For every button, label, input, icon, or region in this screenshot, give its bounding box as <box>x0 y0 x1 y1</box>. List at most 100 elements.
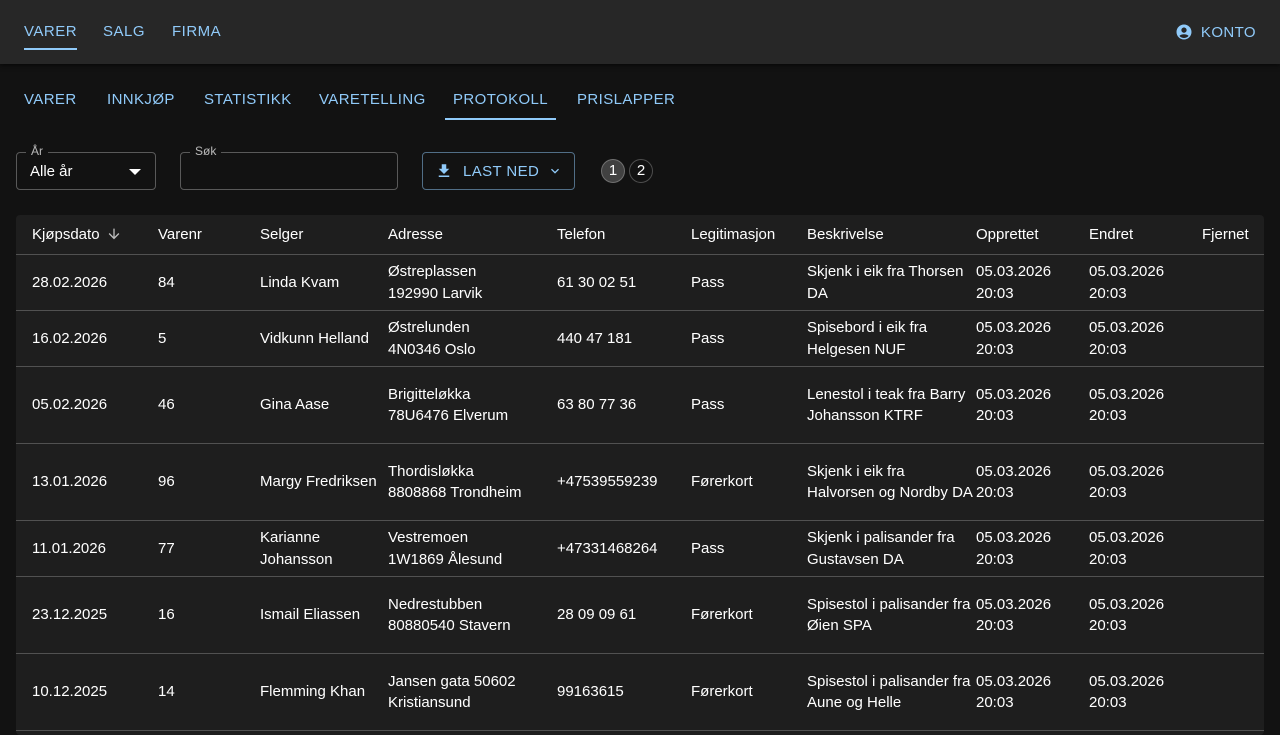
tab-varer[interactable]: VARER <box>24 64 77 136</box>
topnav-firma[interactable]: FIRMA <box>172 0 221 64</box>
table-row[interactable]: 23.12.2025 16 Ismail Eliassen Nedrestubben 8… <box>16 576 1264 654</box>
column-header-kjopsdato[interactable]: Kjøpsdato <box>16 215 158 255</box>
cell-adresse: Østreplassen 192990 Larvik <box>388 254 557 311</box>
cell-kjopsdato-text: 11.01.2026 <box>32 539 106 557</box>
cell-beskrivelse: Skjenk i palisander fra Gustavsen DA <box>807 520 976 577</box>
cell-legitimasjon-text: Pass <box>691 539 725 557</box>
tab-prislapper[interactable]: PRISLAPPER <box>577 64 675 136</box>
cell-beskrivelse: Spisestol i palisander fra Øien SPA <box>807 576 976 654</box>
cell-varenr-text: 14 <box>158 683 175 701</box>
table-row[interactable]: 10.12.2025 14 Flemming Khan Jansen gata 506… <box>16 653 1264 731</box>
cell-opprettet: 05.03.2026 20:03 <box>976 443 1089 521</box>
column-label: Kjøpsdato <box>32 226 100 243</box>
cell-legitimasjon-text: Førerkort <box>691 473 753 491</box>
cell-telefon-text: 61 30 02 51 <box>557 273 637 291</box>
cell-selger: Flemming Khan <box>260 653 388 731</box>
cell-endret-text: 20:03 <box>1089 694 1127 711</box>
cell-varenr: 46 <box>158 366 260 444</box>
cell-opprettet-text: 05.03.2026 <box>976 672 1052 690</box>
cell-fjernet <box>1202 366 1264 444</box>
cell-telefon: 61 30 02 51 <box>557 254 691 311</box>
column-header-telefon[interactable]: Telefon <box>557 215 691 255</box>
cell-telefon-text: +47331468264 <box>557 539 658 557</box>
column-header-opprettet[interactable]: Opprettet <box>976 215 1089 255</box>
cell-varenr: 16 <box>158 576 260 654</box>
cell-opprettet-text: 20:03 <box>976 694 1014 711</box>
column-header-selger[interactable]: Selger <box>260 215 388 255</box>
column-header-adresse[interactable]: Adresse <box>388 215 557 255</box>
cell-telefon-text: 440 47 181 <box>557 329 633 347</box>
account-button[interactable]: KONTO <box>1175 0 1256 64</box>
tab-varetelling[interactable]: VARETELLING <box>319 64 426 136</box>
cell-kjopsdato-text: 10.12.2025 <box>32 683 108 701</box>
table-row[interactable]: 13.01.2026 96 Margy Fredriksen Thordisløkka… <box>16 443 1264 521</box>
cell-opprettet: 05.03.2026 20:03 <box>976 254 1089 311</box>
cell-endret-text: 20:03 <box>1089 617 1127 634</box>
cell-opprettet-text: 05.03.2026 <box>976 595 1052 613</box>
cell-adresse-text: 4N0346 Oslo <box>388 340 476 358</box>
table-row[interactable]: 28.02.2026 84 Linda Kvam Østreplassen 192990… <box>16 254 1264 311</box>
cell-telefon: 63 80 77 36 <box>557 366 691 444</box>
cell-adresse-text: 192990 Larvik <box>388 284 483 302</box>
page-button-1[interactable]: 1 <box>601 159 625 183</box>
tab-innkjop[interactable]: INNKJØP <box>107 64 175 136</box>
page-button-2[interactable]: 2 <box>629 159 653 183</box>
cell-beskrivelse: Skjenk i eik fra Thorsen DA <box>807 254 976 311</box>
cell-endret: 05.03.2026 20:03 <box>1089 653 1202 731</box>
tab-protokoll[interactable]: PROTOKOLL <box>444 64 557 136</box>
tab-statistikk[interactable]: STATISTIKK <box>204 64 292 136</box>
cell-adresse: Vestremoen 1W1869 Ålesund <box>388 520 557 577</box>
cell-endret-text: 05.03.2026 <box>1089 672 1165 690</box>
cell-telefon-text: 99163615 <box>557 683 624 701</box>
cell-adresse-text: Vestremoen <box>388 529 469 546</box>
cell-adresse-text: Kristiansund <box>388 694 471 711</box>
column-header-varenr[interactable]: Varenr <box>158 215 260 255</box>
cell-opprettet: 05.03.2026 20:03 <box>976 310 1089 367</box>
column-header-legitimasjon[interactable]: Legitimasjon <box>691 215 807 255</box>
cell-adresse-text: Østrelunden <box>388 319 470 336</box>
topnav-varer[interactable]: VARER <box>24 0 78 64</box>
search-input[interactable] <box>181 153 397 189</box>
table-row[interactable]: 16.02.2026 5 Vidkunn Helland Østrelunden 4N0… <box>16 310 1264 367</box>
cell-selger: Linda Kvam <box>260 254 388 311</box>
cell-beskrivelse-text: Skjenk i eik fra Thorsen DA <box>807 263 964 302</box>
account-label: KONTO <box>1200 23 1256 41</box>
cell-adresse-text: 80880540 Stavern <box>388 617 511 634</box>
cell-kjopsdato-text: 13.01.2026 <box>32 473 108 491</box>
cell-adresse-text: Jansen gata 50602 <box>388 672 516 690</box>
table-row[interactable]: 05.02.2026 46 Gina Aase Brigitteløkka 78U647… <box>16 366 1264 444</box>
cell-fjernet <box>1202 310 1264 367</box>
cell-endret-text: 20:03 <box>1089 550 1127 568</box>
column-header-fjernet[interactable]: Fjernet <box>1202 215 1264 255</box>
cell-adresse: Østrelunden 4N0346 Oslo <box>388 310 557 367</box>
cell-adresse-text: 8808868 Trondheim <box>388 484 522 501</box>
cell-selger-text: Flemming Khan <box>260 683 366 701</box>
cell-selger-text: Margy Fredriksen <box>260 473 377 491</box>
cell-telefon: +47331468264 <box>557 520 691 577</box>
cell-adresse-text: Brigitteløkka <box>388 385 471 403</box>
topnav-salg[interactable]: SALG <box>103 0 145 64</box>
cell-opprettet-text: 05.03.2026 <box>976 263 1052 280</box>
cell-opprettet-text: 05.03.2026 <box>976 462 1052 480</box>
year-select[interactable]: År Alle år <box>16 144 156 190</box>
table-row[interactable]: 11.01.2026 77 Karianne Johansson Vestremoen… <box>16 520 1264 577</box>
year-value: Alle år <box>30 163 73 180</box>
cell-endret: 05.03.2026 20:03 <box>1089 310 1202 367</box>
cell-adresse-text: 78U6476 Elverum <box>388 407 509 424</box>
cell-legitimasjon: Pass <box>691 254 807 311</box>
cell-endret: 05.03.2026 20:03 <box>1089 254 1202 311</box>
cell-selger-text: Ismail Eliassen <box>260 606 361 624</box>
cell-selger-text: Karianne Johansson <box>260 529 333 568</box>
download-button[interactable]: LAST NED <box>422 152 575 190</box>
cell-beskrivelse: Spisestol i palisander fra Aune og Helle <box>807 653 976 731</box>
cell-opprettet-text: 20:03 <box>976 407 1014 424</box>
cell-fjernet <box>1202 576 1264 654</box>
table-header-row: Kjøpsdato Varenr Selger Adresse Telefon … <box>16 215 1264 255</box>
column-header-endret[interactable]: Endret <box>1089 215 1202 255</box>
download-label: LAST NED <box>463 162 540 180</box>
column-header-beskrivelse[interactable]: Beskrivelse <box>807 215 976 255</box>
cell-varenr: 96 <box>158 443 260 521</box>
cell-endret: 05.03.2026 20:03 <box>1089 576 1202 654</box>
cell-endret-text: 05.03.2026 <box>1089 385 1165 403</box>
cell-legitimasjon-text: Pass <box>691 273 725 291</box>
